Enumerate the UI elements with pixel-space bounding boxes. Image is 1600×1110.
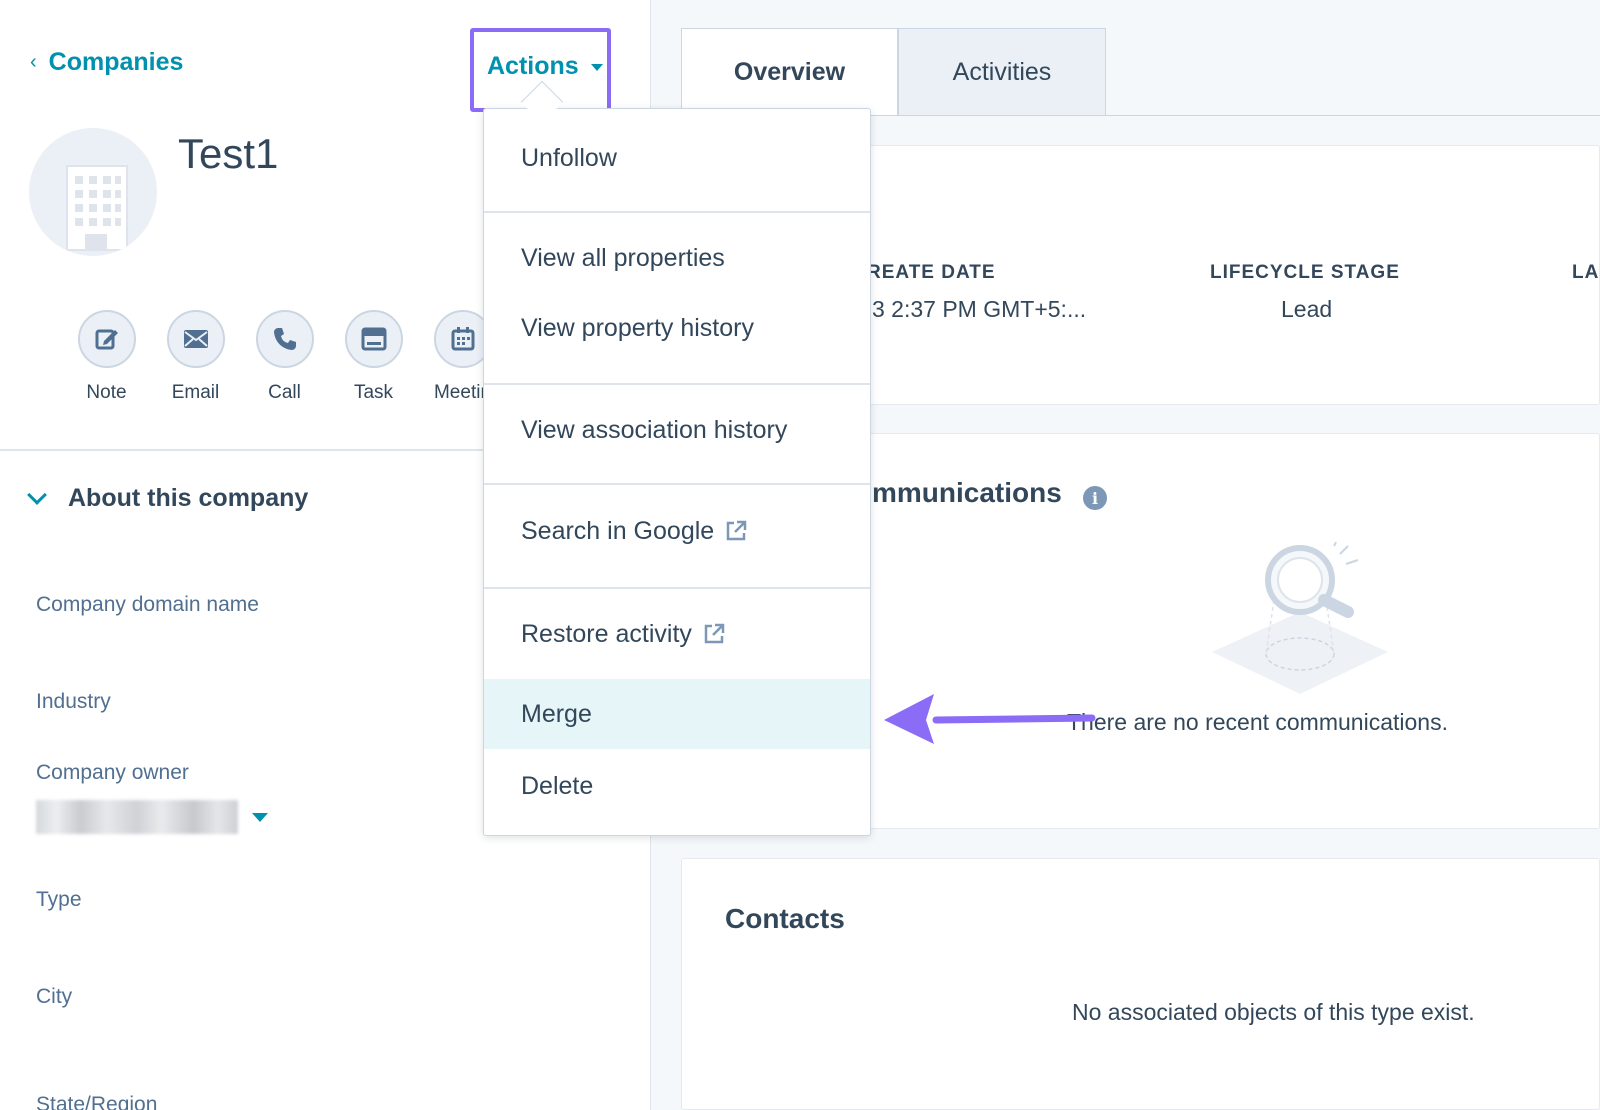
contacts-card: Contacts No associated objects of this t… [681, 858, 1600, 1110]
menu-item-label: Unfollow [521, 143, 617, 172]
menu-item-label: Restore activity [521, 619, 692, 648]
lifecycle-stage-header: LIFECYCLE STAGE [1210, 262, 1400, 283]
company-avatar [29, 128, 157, 256]
communications-empty-text: There are no recent communications. [1067, 709, 1448, 735]
tab-activities[interactable]: Activities [898, 28, 1106, 116]
menu-item-restore-activity[interactable]: Restore activity [484, 603, 870, 665]
actions-dropdown-menu: Unfollow View all properties View proper… [483, 108, 871, 836]
annotation-arrow-icon [884, 694, 1096, 744]
record-tabs: Overview Activities [681, 28, 1106, 116]
menu-item-search-in-google[interactable]: Search in Google [484, 500, 870, 562]
email-action-label: Email [171, 382, 220, 403]
caret-down-icon [590, 64, 603, 71]
actions-label: Actions [487, 52, 579, 80]
menu-divider [484, 483, 870, 485]
menu-divider [484, 383, 870, 385]
task-action-button[interactable]: Task [329, 310, 418, 404]
building-icon [66, 165, 128, 251]
menu-item-view-association-history[interactable]: View association history [484, 399, 870, 461]
menu-divider [484, 211, 870, 213]
menu-item-label: View property history [521, 313, 754, 342]
create-date-value: 3 2:37 PM GMT+5:... [872, 296, 1087, 322]
email-action-button[interactable]: Email [151, 310, 240, 404]
back-link-label: Companies [48, 48, 184, 76]
call-action-button[interactable]: Call [240, 310, 329, 404]
property-label-owner: Company owner [36, 761, 189, 784]
about-section-toggle[interactable]: About this company [27, 484, 309, 513]
caret-down-icon [252, 812, 268, 822]
lifecycle-stage-value: Lead [1281, 296, 1333, 322]
magnifier-empty-state-illustration [1212, 542, 1388, 694]
menu-divider [484, 587, 870, 589]
menu-item-merge[interactable]: Merge [484, 679, 870, 749]
call-action-label: Call [268, 382, 301, 403]
info-icon[interactable]: i [1083, 486, 1107, 510]
back-to-companies-link[interactable]: ‹ Companies [30, 48, 183, 77]
phone-icon [255, 310, 314, 368]
menu-item-label: Search in Google [521, 516, 715, 545]
company-title: Test1 [178, 130, 279, 177]
external-link-icon [704, 623, 725, 644]
envelope-icon [166, 310, 225, 368]
task-icon [344, 310, 403, 368]
note-edit-icon [77, 310, 136, 368]
menu-item-delete[interactable]: Delete [484, 751, 870, 821]
property-label-state: State/Region [36, 1093, 158, 1110]
owner-value-redacted [36, 800, 238, 834]
last-header-truncated: LA [1572, 262, 1600, 283]
menu-item-unfollow[interactable]: Unfollow [484, 127, 870, 189]
note-action-label: Note [86, 382, 127, 403]
menu-item-label: Merge [521, 699, 592, 728]
property-label-city: City [36, 985, 73, 1008]
menu-item-label: View association history [521, 415, 788, 444]
communications-title: mmunications [872, 477, 1062, 508]
property-label-type: Type [36, 888, 82, 911]
external-link-icon [726, 520, 747, 541]
app-root: ‹ Companies Actions Test1 Note Email Cal… [0, 0, 1600, 1110]
chevron-down-icon [27, 484, 47, 505]
create-date-header: REATE DATE [867, 262, 996, 283]
about-section-title: About this company [68, 484, 309, 512]
note-action-button[interactable]: Note [62, 310, 151, 404]
menu-item-label: Delete [521, 771, 594, 800]
task-action-label: Task [353, 382, 394, 403]
company-owner-select[interactable] [36, 800, 268, 834]
menu-item-view-all-properties[interactable]: View all properties [484, 227, 870, 289]
contacts-title: Contacts [725, 903, 845, 934]
tab-overview[interactable]: Overview [681, 28, 898, 116]
menu-item-view-property-history[interactable]: View property history [484, 297, 870, 359]
property-label-domain: Company domain name [36, 593, 259, 616]
quick-actions-bar: Note Email Call Task Meetin [62, 310, 507, 404]
property-label-industry: Industry [36, 690, 111, 713]
contacts-empty-text: No associated objects of this type exist… [1072, 999, 1475, 1025]
chevron-left-icon: ‹ [30, 51, 37, 73]
menu-item-label: View all properties [521, 243, 725, 272]
